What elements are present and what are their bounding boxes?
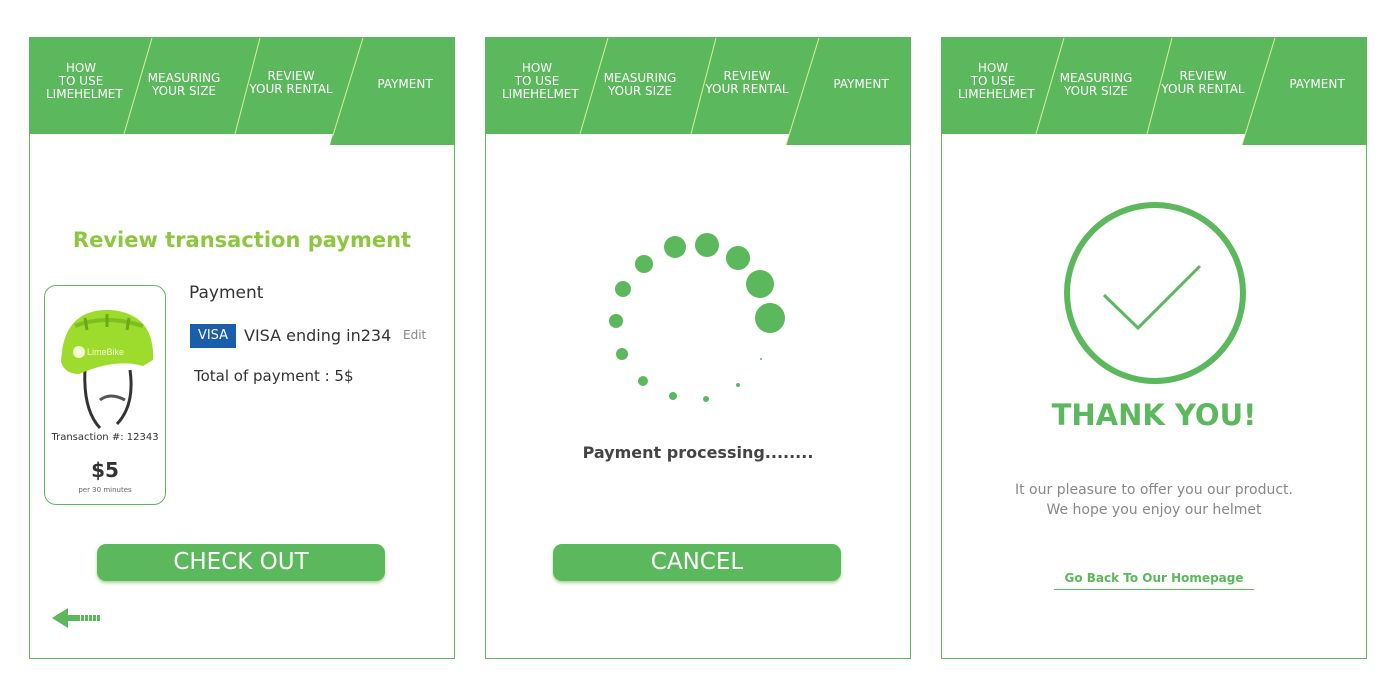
helmet-brand-text: LimeBike: [87, 347, 124, 357]
tab-how-to-use[interactable]: HOW TO USE LIMEHELMET: [958, 62, 1035, 101]
processing-panel: HOW TO USE LIMEHELMET MEASURING YOUR SIZ…: [485, 37, 911, 659]
homepage-link[interactable]: Go Back To Our Homepage: [1054, 571, 1254, 590]
price: $5: [91, 458, 119, 482]
thank-you-message: It our pleasure to offer you our product…: [942, 480, 1366, 520]
thank-you-panel: HOW TO USE LIMEHELMET MEASURING YOUR SIZ…: [941, 37, 1367, 659]
cancel-button[interactable]: CANCEL: [553, 544, 841, 581]
price-unit: per 30 minutes: [78, 486, 132, 494]
rental-card: LimeBike Transaction #: 12343 $5 per 30 …: [44, 285, 166, 505]
visa-card-icon: VISA: [190, 324, 236, 348]
tab-how-to-use[interactable]: HOW TO USE LIMEHELMET: [46, 62, 123, 101]
tab-how-to-use[interactable]: HOW TO USE LIMEHELMET: [502, 62, 579, 101]
processing-status: Payment processing........: [582, 443, 814, 462]
helmet-image: LimeBike: [61, 309, 154, 430]
tab-measuring[interactable]: MEASURING YOUR SIZE: [1052, 72, 1140, 98]
tab-review[interactable]: REVIEW YOUR RENTAL: [693, 70, 801, 96]
transaction-number: Transaction #: 12343: [51, 432, 159, 443]
tab-payment[interactable]: PAYMENT: [360, 78, 450, 91]
page-title: Review transaction payment: [72, 228, 412, 252]
checkout-button[interactable]: CHECK OUT: [97, 544, 385, 581]
tab-measuring[interactable]: MEASURING YOUR SIZE: [596, 72, 684, 98]
tab-review[interactable]: REVIEW YOUR RENTAL: [237, 70, 345, 96]
back-arrow-icon[interactable]: [52, 608, 104, 628]
review-panel: HOW TO USE LIMEHELMET MEASURING YOUR SIZ…: [29, 37, 455, 659]
payment-heading: Payment: [189, 283, 264, 303]
loading-spinner-icon: [609, 233, 785, 402]
card-description: VISA ending in234: [244, 326, 392, 345]
total-payment: Total of payment : 5$: [194, 367, 354, 385]
thank-you-heading: THANK YOU!: [1051, 398, 1257, 432]
progress-tabs: HOW TO USE LIMEHELMET MEASURING YOUR SIZ…: [30, 38, 454, 145]
tab-measuring[interactable]: MEASURING YOUR SIZE: [140, 72, 228, 98]
progress-tabs: HOW TO USE LIMEHELMET MEASURING YOUR SIZ…: [942, 38, 1366, 145]
message-line-2: We hope you enjoy our helmet: [1046, 502, 1262, 518]
tab-payment[interactable]: PAYMENT: [1272, 78, 1362, 91]
tab-review[interactable]: REVIEW YOUR RENTAL: [1149, 70, 1257, 96]
edit-payment-link[interactable]: Edit: [403, 328, 426, 342]
tab-payment[interactable]: PAYMENT: [816, 78, 906, 91]
success-check-icon: [1064, 202, 1246, 384]
message-line-1: It our pleasure to offer you our product…: [1014, 482, 1293, 498]
progress-tabs: HOW TO USE LIMEHELMET MEASURING YOUR SIZ…: [486, 38, 910, 145]
